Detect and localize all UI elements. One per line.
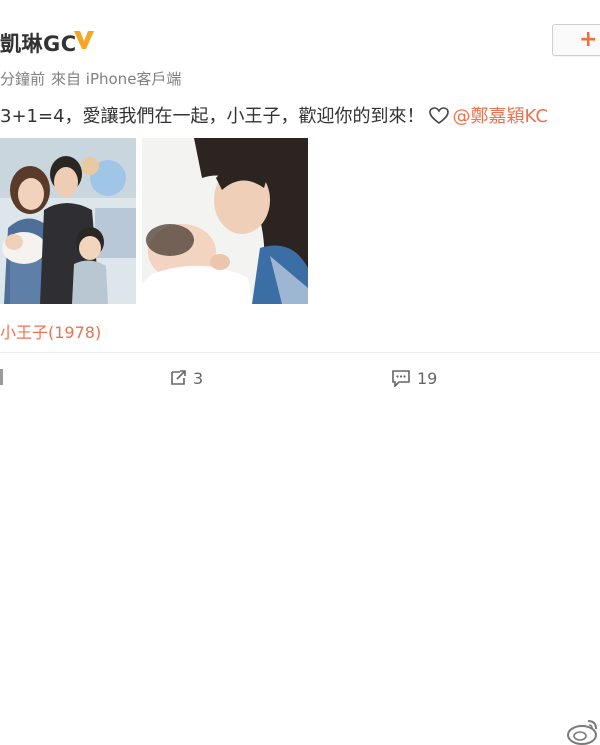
mention-link[interactable]: @鄭嘉穎KC [453, 106, 548, 127]
follow-button[interactable]: + [552, 24, 600, 56]
family-photo [0, 138, 136, 304]
comment-count: 19 [417, 369, 438, 388]
post-time[interactable]: 分鐘前 [0, 70, 45, 88]
action-bar: 3 19 [0, 353, 600, 745]
favorite-icon[interactable] [0, 369, 3, 385]
post-image-mother-baby[interactable] [142, 138, 308, 304]
comment-button[interactable]: 19 [391, 369, 437, 388]
post-image-family[interactable] [0, 138, 136, 304]
mother-with-baby-photo [142, 138, 308, 304]
post-header: 凱琳GC + [0, 0, 600, 70]
vip-v-icon [74, 31, 94, 49]
repost-count: 3 [193, 369, 204, 388]
repost-icon [171, 370, 186, 385]
author-name[interactable]: 凱琳GC [0, 28, 77, 58]
post-source[interactable]: 來自 iPhone客戶端 [51, 70, 181, 88]
comment-icon [392, 370, 410, 388]
post-meta: 分鐘前 來自 iPhone客戶端 [0, 68, 187, 89]
repost-button[interactable]: 3 [169, 369, 203, 388]
topic-link[interactable]: 小王子(1978) [0, 319, 101, 343]
heart-outline-icon [428, 107, 449, 124]
follow-plus-icon: + [579, 27, 598, 52]
post-body: 3+1=4，愛讓我們在一起，小王子，歡迎你的到來！ [0, 106, 425, 127]
weibo-logo-icon [566, 715, 600, 745]
post-text: 3+1=4，愛讓我們在一起，小王子，歡迎你的到來！ @鄭嘉穎KC [0, 102, 548, 128]
